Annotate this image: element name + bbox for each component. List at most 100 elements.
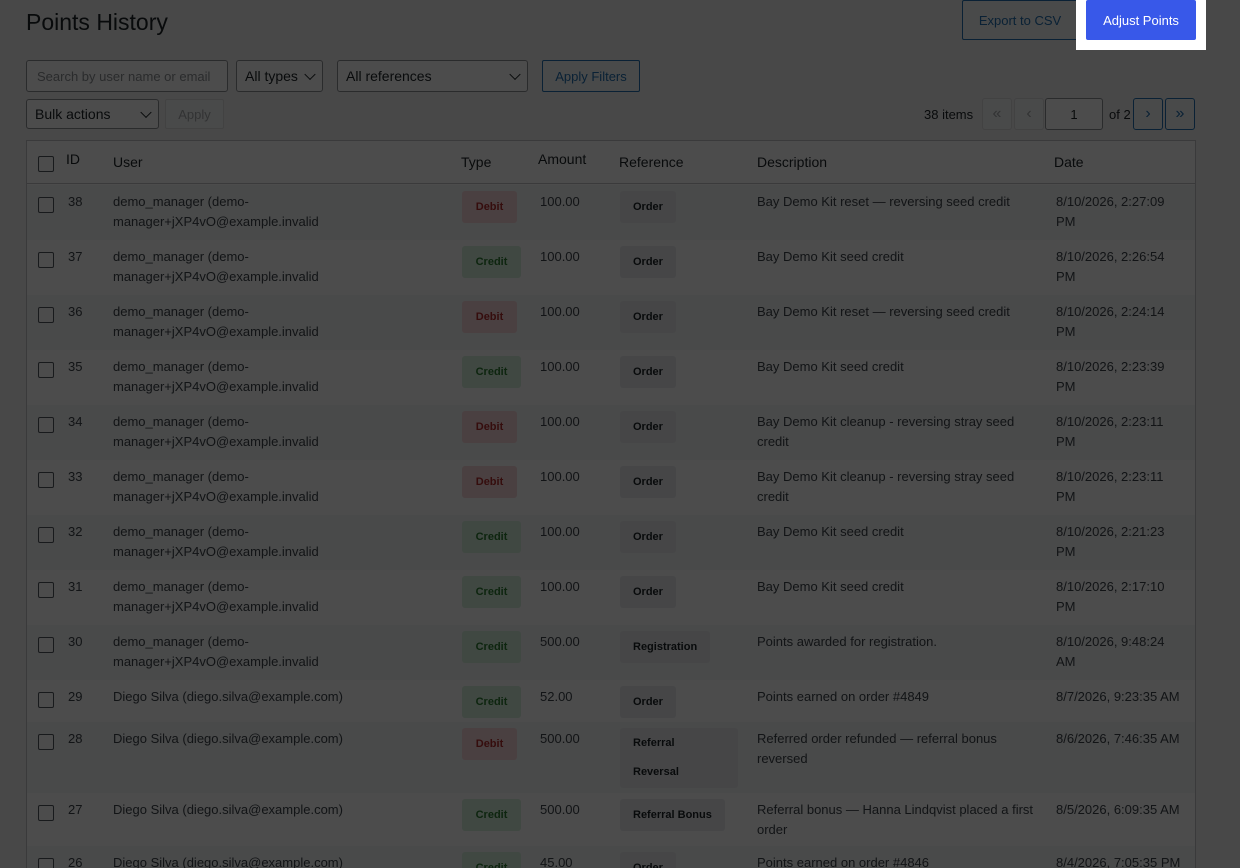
date-line-1: 8/10/2026, 2:26:54 — [1056, 249, 1165, 264]
cell-user: demo_manager (demo-manager+jXP4vO@exampl… — [113, 577, 343, 617]
row-checkbox[interactable] — [38, 734, 54, 750]
apply-filters-button[interactable]: Apply Filters — [542, 60, 640, 92]
date-line-2: PM — [1056, 434, 1076, 449]
next-page-button[interactable]: › — [1133, 98, 1163, 130]
select-all-checkbox[interactable] — [38, 156, 54, 172]
row-checkbox[interactable] — [38, 252, 54, 268]
reference-line-1: Referral — [633, 737, 675, 749]
row-checkbox[interactable] — [38, 858, 54, 868]
points-table: ID User Type Amount Reference Descriptio… — [26, 140, 1196, 868]
table-row: 35 demo_manager (demo-manager+jXP4vO@exam… — [27, 350, 1195, 405]
user-line-2: manager+jXP4vO@example.invalid — [113, 434, 319, 449]
reference-badge: Order — [620, 411, 676, 443]
cell-user: demo_manager (demo-manager+jXP4vO@exampl… — [113, 522, 343, 562]
row-checkbox[interactable] — [38, 417, 54, 433]
header-amount[interactable]: Amount — [538, 151, 586, 167]
cell-description: Points awarded for registration. — [757, 634, 937, 649]
row-checkbox[interactable] — [38, 472, 54, 488]
type-badge: Debit — [462, 191, 517, 223]
date-line-2: AM — [1056, 654, 1076, 669]
cell-description: Bay Demo Kit reset — reversing seed cred… — [757, 304, 1010, 319]
user-line-1: demo_manager (demo- — [113, 414, 249, 429]
date-line-2: PM — [1056, 379, 1076, 394]
cell-user: Diego Silva (diego.silva@example.com) — [113, 729, 343, 749]
row-checkbox[interactable] — [38, 307, 54, 323]
cell-user: Diego Silva (diego.silva@example.com) — [113, 800, 343, 820]
cell-amount: 100.00 — [540, 359, 580, 374]
chevron-down-icon — [509, 68, 521, 81]
reference-badge: Order — [620, 521, 676, 553]
row-checkbox[interactable] — [38, 197, 54, 213]
last-page-button[interactable]: » — [1165, 98, 1195, 130]
export-csv-button[interactable]: Export to CSV — [962, 0, 1078, 40]
row-checkbox[interactable] — [38, 582, 54, 598]
row-checkbox[interactable] — [38, 362, 54, 378]
type-filter-select[interactable]: All types — [236, 60, 323, 92]
date-line-1: 8/10/2026, 2:23:39 — [1056, 359, 1165, 374]
date-line-2: PM — [1056, 489, 1076, 504]
row-checkbox[interactable] — [38, 527, 54, 543]
header-date[interactable]: Date — [1054, 154, 1084, 170]
bulk-apply-button[interactable]: Apply — [165, 99, 224, 129]
table-row: 37 demo_manager (demo-manager+jXP4vO@exam… — [27, 240, 1195, 295]
cell-amount: 500.00 — [540, 634, 580, 649]
cell-id: 30 — [68, 634, 83, 649]
user-line-2: manager+jXP4vO@example.invalid — [113, 599, 319, 614]
cell-description: Bay Demo Kit seed credit — [757, 524, 904, 539]
cell-date: 8/10/2026, 2:24:14 PM — [1056, 302, 1186, 342]
reference-filter-value: All references — [346, 68, 432, 84]
header-reference[interactable]: Reference — [619, 154, 684, 170]
table-row: 28 Diego Silva (diego.silva@example.com) D… — [27, 722, 1195, 793]
date-line-1: 8/5/2026, 6:09:35 AM — [1056, 802, 1180, 817]
header-type[interactable]: Type — [461, 154, 491, 170]
type-badge: Debit — [462, 466, 517, 498]
type-badge: Credit — [462, 521, 521, 553]
row-checkbox[interactable] — [38, 692, 54, 708]
reference-badge: Order — [620, 191, 676, 223]
table-row: 29 Diego Silva (diego.silva@example.com) C… — [27, 680, 1195, 722]
cell-date: 8/5/2026, 6:09:35 AM — [1056, 800, 1186, 820]
reference-filter-select[interactable]: All references — [337, 60, 528, 92]
search-input[interactable]: Search by user name or email — [26, 60, 228, 92]
reference-badge: Registration — [620, 631, 711, 663]
cell-id: 27 — [68, 802, 83, 817]
chevron-down-icon — [140, 106, 152, 119]
cell-description: Points earned on order #4849 — [757, 689, 930, 704]
cell-id: 33 — [68, 469, 83, 484]
reference-badge: Order — [620, 852, 676, 868]
row-checkbox[interactable] — [38, 637, 54, 653]
table-row: 30 demo_manager (demo-manager+jXP4vO@exam… — [27, 625, 1195, 680]
cell-id: 32 — [68, 524, 83, 539]
date-line-2: PM — [1056, 599, 1076, 614]
cell-id: 38 — [68, 194, 83, 209]
row-checkbox[interactable] — [38, 805, 54, 821]
reference-badge: Order — [620, 576, 676, 608]
cell-description: Bay Demo Kit seed credit — [757, 359, 904, 374]
header-description[interactable]: Description — [757, 154, 827, 170]
header-user[interactable]: User — [113, 154, 143, 170]
bulk-actions-select[interactable]: Bulk actions — [26, 99, 159, 129]
type-badge: Credit — [462, 356, 521, 388]
adjust-points-button[interactable]: Adjust Points — [1086, 0, 1196, 40]
table-row: 38 demo_manager (demo-manager+jXP4vO@exam… — [27, 185, 1195, 240]
table-row: 34 demo_manager (demo-manager+jXP4vO@exam… — [27, 405, 1195, 460]
type-filter-value: All types — [245, 68, 298, 84]
cell-date: 8/10/2026, 2:23:39 PM — [1056, 357, 1186, 397]
cell-amount: 100.00 — [540, 414, 580, 429]
first-page-button[interactable]: « — [982, 98, 1012, 130]
cell-date: 8/10/2026, 2:27:09 PM — [1056, 192, 1186, 232]
date-line-1: 8/10/2026, 2:27:09 — [1056, 194, 1165, 209]
chevron-down-icon — [304, 68, 316, 81]
cell-amount: 100.00 — [540, 304, 580, 319]
header-id[interactable]: ID — [66, 151, 80, 167]
total-pages: of 2 — [1109, 107, 1131, 122]
cell-description: Bay Demo Kit seed credit — [757, 249, 904, 264]
cell-amount: 100.00 — [540, 249, 580, 264]
cell-id: 34 — [68, 414, 83, 429]
date-line-2: PM — [1056, 214, 1076, 229]
current-page-input[interactable]: 1 — [1045, 98, 1103, 130]
bulk-actions-value: Bulk actions — [35, 106, 111, 122]
date-line-1: 8/10/2026, 9:48:24 — [1056, 634, 1165, 649]
user-line-1: demo_manager (demo- — [113, 634, 249, 649]
prev-page-button[interactable]: ‹ — [1014, 98, 1044, 130]
